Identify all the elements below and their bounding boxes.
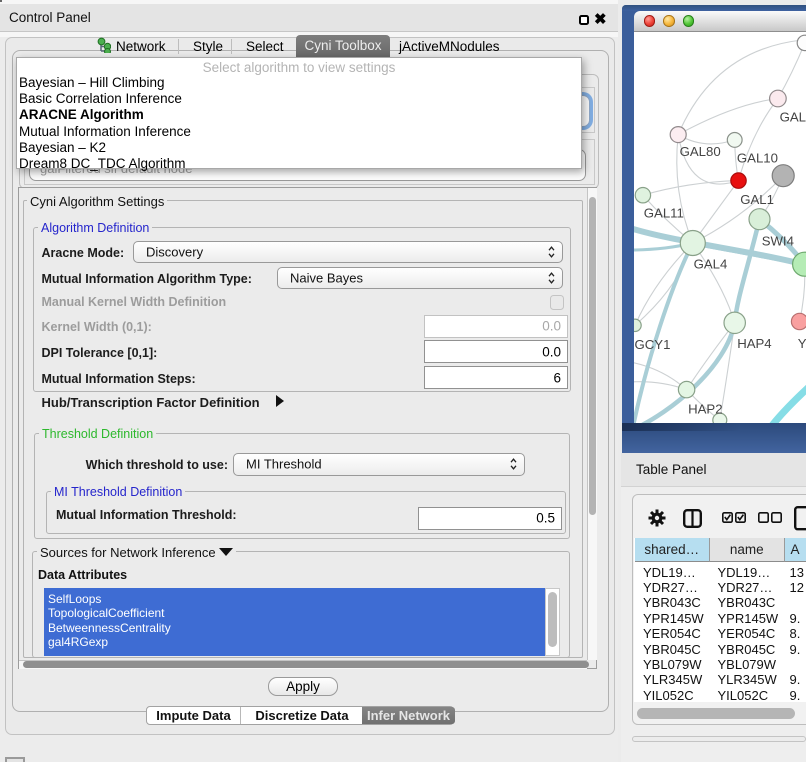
svg-text:GAL11: GAL11: [644, 206, 684, 221]
svg-text:GAL2: GAL2: [780, 110, 806, 125]
svg-text:GAL10: GAL10: [737, 151, 778, 166]
svg-text:YD: YD: [798, 336, 806, 351]
svg-text:GAL80: GAL80: [680, 144, 721, 159]
svg-text:HAP4: HAP4: [737, 336, 771, 351]
svg-text:HAP2: HAP2: [688, 402, 722, 417]
svg-text:GAL1: GAL1: [740, 192, 774, 207]
svg-text:SWI4: SWI4: [762, 234, 794, 249]
svg-text:GAL4: GAL4: [694, 257, 728, 272]
svg-text:GCY1: GCY1: [635, 337, 671, 352]
